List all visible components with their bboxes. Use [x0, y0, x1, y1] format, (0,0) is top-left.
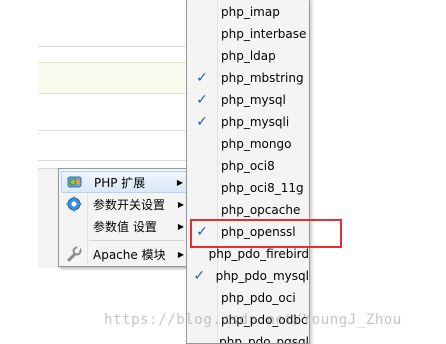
menu-separator [89, 240, 185, 241]
background-divider [38, 46, 188, 47]
submenu-item-label: php_openssl [221, 225, 296, 239]
submenu-item-label: php_mongo [221, 137, 292, 151]
submenu-item-label: php_pdo_mysql [215, 269, 309, 283]
checkmark-icon: ✓ [196, 114, 208, 130]
checkmark-icon: ✓ [196, 224, 208, 240]
watermark: https://blog.csdn.net/YoungJ_Zhou [104, 312, 402, 328]
checkmark-slot [187, 199, 217, 221]
context-menu: PHP 扩展 ▶ 参数开关设置 ▶ 参数值 设置 ▶ Apache 模块 ▶ [58, 168, 190, 267]
submenu-arrow-icon: ▶ [176, 177, 184, 187]
submenu-item-label: php_opcache [221, 203, 301, 217]
menu-item-label: PHP 扩展 [94, 175, 146, 190]
submenu-item-php-pdo-firebird[interactable]: php_pdo_firebird [187, 243, 309, 265]
checkmark-slot [187, 23, 217, 45]
menu-item-label: 参数值 设置 [93, 219, 157, 234]
checkmark-slot [187, 155, 217, 177]
background-divider [38, 130, 188, 131]
menu-item-icon-empty [61, 215, 87, 237]
wrench-icon [61, 243, 87, 265]
submenu-item-php-pdo-mysql[interactable]: ✓ php_pdo_mysql [187, 265, 309, 287]
submenu-item-label: php_oci8_11g [221, 181, 304, 195]
submenu-item-php-ldap[interactable]: php_ldap [187, 45, 309, 67]
submenu-item-label: php_oci8 [221, 159, 275, 173]
submenu-item-label: php_pdo_oci [221, 291, 296, 305]
submenu-item-php-pdo-oci[interactable]: php_pdo_oci [187, 287, 309, 309]
php-extension-submenu: php_imap php_interbase php_ldap ✓ php_mbstri… [186, 0, 310, 344]
submenu-item-php-openssl[interactable]: ✓ php_openssl [187, 221, 309, 243]
checkmark-icon: ✓ [193, 268, 206, 284]
checkmark-icon: ✓ [196, 70, 208, 86]
checkmark-icon: ✓ [196, 92, 208, 108]
checkmark-slot [187, 243, 205, 265]
submenu-item-php-oci8-11g[interactable]: php_oci8_11g [187, 177, 309, 199]
submenu-item-php-mysql[interactable]: ✓ php_mysql [187, 89, 309, 111]
background-info-bar [38, 62, 188, 94]
menu-item-label: 参数开关设置 [93, 197, 166, 212]
submenu-item-label: php_pdo_firebird [208, 247, 309, 261]
checkmark-slot [187, 177, 217, 199]
background-divider [38, 160, 188, 161]
submenu-item-php-imap[interactable]: php_imap [187, 1, 309, 23]
submenu-item-php-mongo[interactable]: php_mongo [187, 133, 309, 155]
checkmark-slot [187, 1, 217, 23]
menu-item-php-extension[interactable]: PHP 扩展 ▶ [61, 171, 187, 193]
gear-icon [61, 193, 87, 215]
checkmark-slot [187, 133, 217, 155]
menu-item-param-value[interactable]: 参数值 设置 ▶ [61, 215, 187, 237]
submenu-item-label: php_pdo_pgsql [219, 335, 309, 344]
submenu-item-php-mysqli[interactable]: ✓ php_mysqli [187, 111, 309, 133]
php-extension-icon [62, 171, 88, 193]
submenu-item-label: php_ldap [221, 49, 276, 63]
background-top-area [0, 0, 190, 40]
submenu-item-label: php_imap [221, 5, 280, 19]
menu-item-param-switch[interactable]: 参数开关设置 ▶ [61, 193, 187, 215]
submenu-item-label: php_mysqli [221, 115, 290, 129]
checkmark-slot [187, 331, 215, 343]
submenu-item-php-oci8[interactable]: php_oci8 [187, 155, 309, 177]
submenu-item-php-interbase[interactable]: php_interbase [187, 23, 309, 45]
menu-item-label: Apache 模块 [93, 247, 166, 262]
submenu-item-label: php_interbase [221, 27, 307, 41]
submenu-item-php-mbstring[interactable]: ✓ php_mbstring [187, 67, 309, 89]
checkmark-slot [187, 45, 217, 67]
submenu-item-php-opcache[interactable]: php_opcache [187, 199, 309, 221]
checkmark-slot [187, 287, 217, 309]
submenu-item-label: php_mysql [221, 93, 286, 107]
menu-item-apache-module[interactable]: Apache 模块 ▶ [61, 243, 187, 265]
submenu-item-label: php_mbstring [221, 71, 304, 85]
submenu-item-php-pdo-pgsql[interactable]: php_pdo_pgsql [187, 331, 309, 344]
